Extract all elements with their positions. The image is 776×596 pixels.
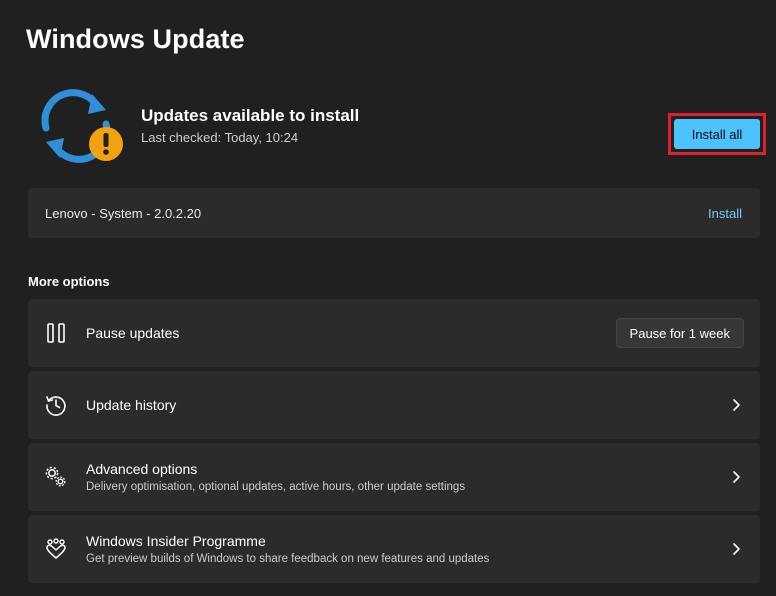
page-title: Windows Update bbox=[26, 24, 245, 54]
update-history-row[interactable]: Update history bbox=[28, 371, 760, 439]
history-icon bbox=[46, 396, 66, 416]
chevron-right-icon bbox=[733, 471, 740, 483]
chevron-right-icon bbox=[733, 543, 740, 555]
advanced-options-row[interactable]: Advanced options Delivery optimisation, … bbox=[28, 443, 760, 511]
insider-hearts-icon bbox=[46, 538, 66, 559]
pause-for-week-button[interactable]: Pause for 1 week bbox=[615, 318, 744, 348]
pause-updates-row: Pause updates Pause for 1 week bbox=[28, 299, 760, 367]
pending-update-row: Lenovo - System - 2.0.2.20 Install bbox=[28, 188, 760, 238]
advanced-options-description: Delivery optimisation, optional updates,… bbox=[86, 481, 466, 493]
insider-programme-label: Windows Insider Programme bbox=[86, 533, 266, 549]
more-options-heading: More options bbox=[28, 274, 110, 289]
pause-icon bbox=[47, 323, 65, 343]
insider-programme-row[interactable]: Windows Insider Programme Get preview bu… bbox=[28, 515, 760, 583]
last-checked-text: Last checked: Today, 10:24 bbox=[141, 130, 299, 145]
gears-icon bbox=[45, 466, 66, 487]
install-all-button[interactable]: Install all bbox=[674, 119, 760, 149]
status-title: Updates available to install bbox=[141, 106, 360, 125]
update-history-label: Update history bbox=[86, 397, 177, 413]
install-link[interactable]: Install bbox=[708, 206, 742, 221]
advanced-options-label: Advanced options bbox=[86, 461, 198, 477]
pause-updates-label: Pause updates bbox=[86, 325, 180, 341]
chevron-right-icon bbox=[733, 399, 740, 411]
update-name: Lenovo - System - 2.0.2.20 bbox=[45, 206, 202, 221]
sync-warning-icon bbox=[41, 89, 123, 163]
insider-programme-description: Get preview builds of Windows to share f… bbox=[86, 553, 490, 565]
